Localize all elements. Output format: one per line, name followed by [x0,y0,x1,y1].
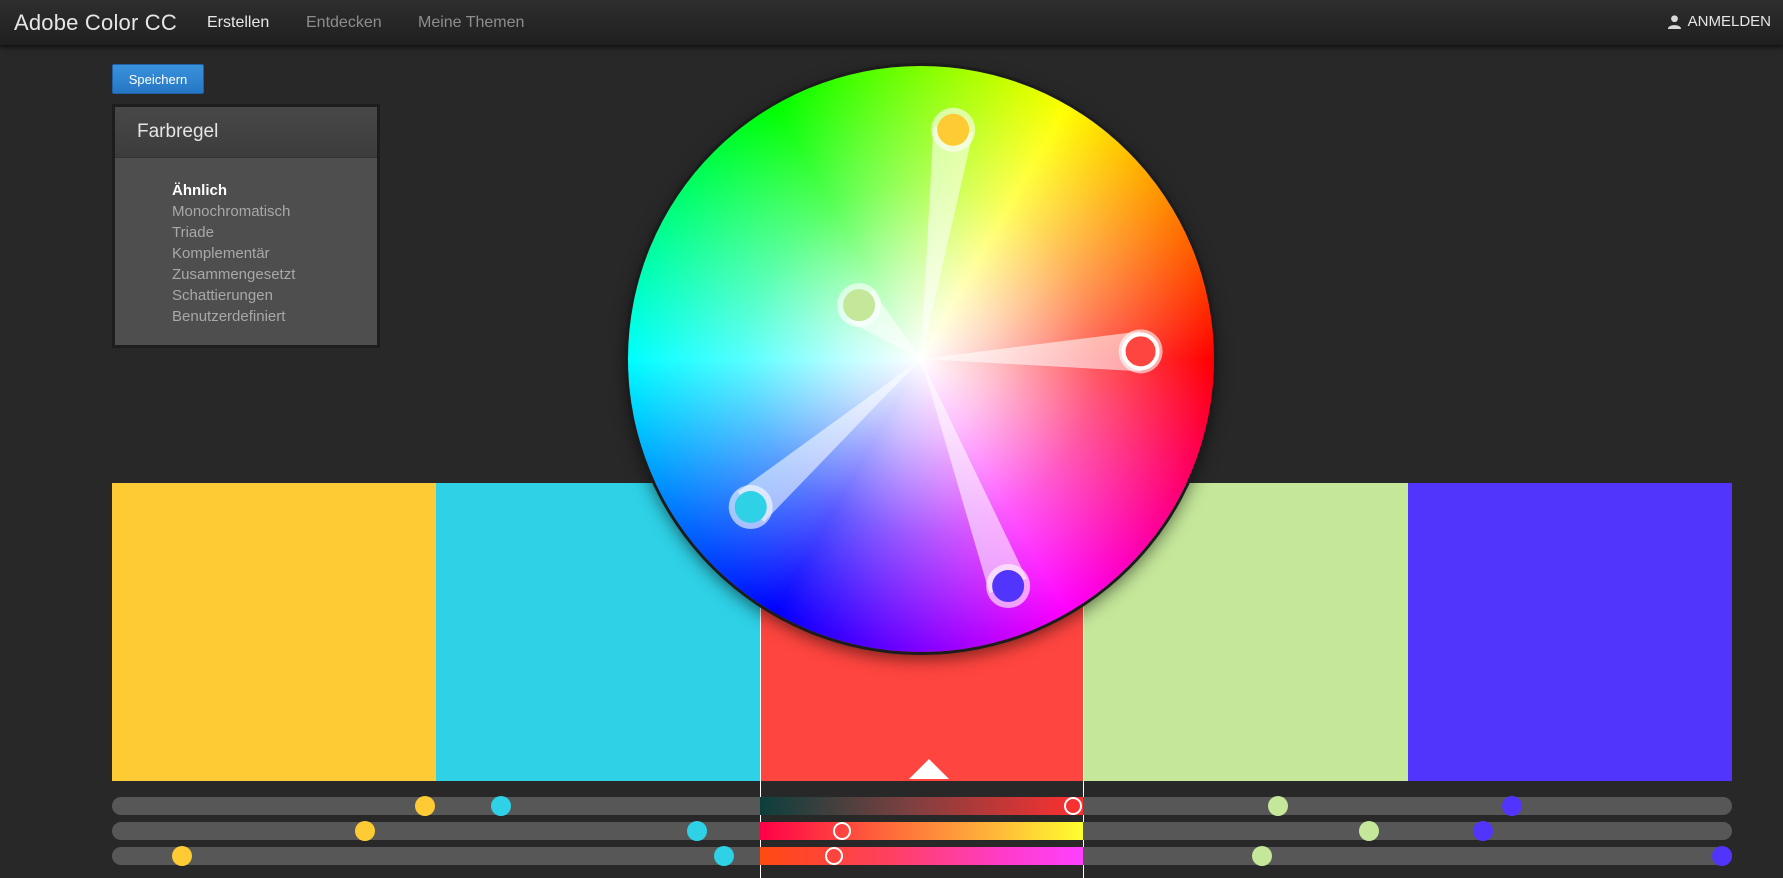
slider-knob[interactable] [1268,796,1289,816]
slider-knob[interactable] [354,821,375,841]
rule-option-komplementaer[interactable]: Komplementär [172,243,377,264]
slider-knob[interactable] [414,796,435,816]
handle-beam [921,126,974,359]
color-rule-list: Ähnlich Monochromatisch Triade Komplemen… [115,158,377,327]
slider-active-knob[interactable] [1064,797,1083,815]
slider-active-knob[interactable] [833,822,852,840]
handle-beam [921,359,1027,594]
rule-option-triade[interactable]: Triade [172,222,377,243]
handle-beam [921,331,1142,372]
wheel-handle-selected[interactable] [1121,332,1160,371]
slider-knob[interactable] [1712,846,1733,866]
slider-gradient-1[interactable] [760,797,1083,815]
swatch-1[interactable] [112,483,436,781]
nav-meine-themen[interactable]: Meine Themen [418,14,524,32]
rule-option-zusammengesetzt[interactable]: Zusammengesetzt [172,264,377,285]
wheel-handle[interactable] [937,113,970,146]
slider-active-knob[interactable] [825,847,844,865]
wheel-handle[interactable] [734,491,767,524]
save-button[interactable]: Speichern [112,64,204,94]
slider-knob[interactable] [1501,796,1522,816]
color-rule-title: Farbregel [115,107,377,158]
color-wheel[interactable] [628,66,1214,652]
rule-option-monochromatisch[interactable]: Monochromatisch [172,201,377,222]
swatch-5[interactable] [1408,483,1732,781]
slider-knob[interactable] [686,821,707,841]
wheel-handles [728,107,1163,609]
rule-option-benutzerdefiniert[interactable]: Benutzerdefiniert [172,306,377,327]
selected-swatch-arrow [909,759,949,779]
wheel-handle[interactable] [992,570,1025,603]
slider-gradient-2[interactable] [760,822,1083,840]
slider-knob[interactable] [171,846,192,866]
slider-knob[interactable] [1252,846,1273,866]
nav-erstellen[interactable]: Erstellen [207,14,269,32]
slider-knob[interactable] [714,846,735,866]
slider-gradient-3[interactable] [760,847,1083,865]
top-bar: Adobe Color CC Erstellen Entdecken Meine… [0,0,1783,46]
slider-knob[interactable] [1472,821,1493,841]
nav-entdecken[interactable]: Entdecken [306,14,382,32]
sign-in-button[interactable]: ANMELDEN [1667,13,1771,30]
brand-logo[interactable]: Adobe Color CC [14,10,177,36]
color-rule-panel: Farbregel Ähnlich Monochromatisch Triade… [115,107,377,345]
slider-knob[interactable] [490,796,511,816]
wheel-handle[interactable] [843,289,876,322]
user-icon [1667,15,1681,29]
rule-option-schattierungen[interactable]: Schattierungen [172,285,377,306]
rule-option-aehnlich[interactable]: Ähnlich [172,180,377,201]
slider-knob[interactable] [1359,821,1380,841]
sign-in-label: ANMELDEN [1687,13,1771,30]
